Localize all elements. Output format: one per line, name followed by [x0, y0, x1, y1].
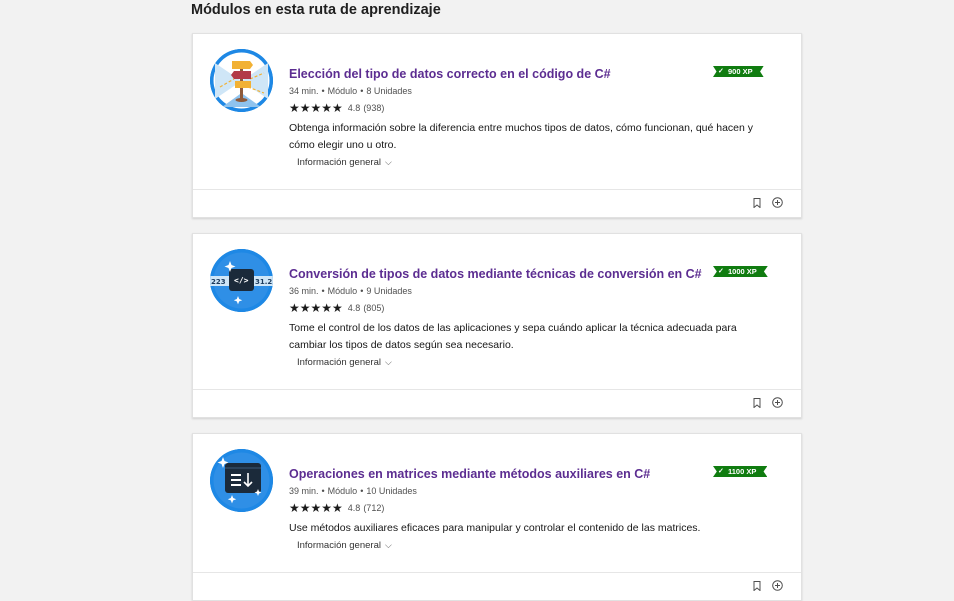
module-meta: 36 min. • Módulo • 9 Unidades	[289, 286, 412, 296]
module-title[interactable]: Operaciones en matrices mediante métodos…	[289, 467, 650, 481]
bookmark-icon[interactable]	[753, 581, 761, 591]
module-thumbnail-array-sort-icon	[210, 449, 273, 512]
chevron-down-icon: ⌵	[384, 357, 392, 367]
check-icon: ✓	[718, 68, 724, 75]
bookmark-icon[interactable]	[753, 198, 761, 208]
xp-value: 1100 XP	[728, 467, 757, 476]
module-units: 10 Unidades	[366, 486, 417, 496]
svg-text:</>: </>	[234, 276, 249, 285]
module-type: Módulo	[327, 286, 358, 296]
add-circle-icon[interactable]	[772, 197, 783, 208]
check-icon: ✓	[718, 468, 724, 475]
xp-value: 900 XP	[728, 67, 753, 76]
overview-toggle[interactable]: Información general ⌵	[297, 157, 392, 168]
module-description: Use métodos auxiliares eficaces para man…	[289, 522, 701, 534]
star-rating-icon: ★★★★★	[289, 101, 343, 115]
xp-value: 1000 XP	[728, 267, 757, 276]
section-title: Módulos en esta ruta de aprendizaje	[191, 2, 441, 18]
card-footer	[193, 572, 801, 600]
chevron-down-icon: ⌵	[384, 540, 392, 550]
chevron-down-icon: ⌵	[384, 157, 392, 167]
star-rating-icon: ★★★★★	[289, 501, 343, 515]
rating-value: 4.8	[347, 303, 361, 313]
module-rating: ★★★★★ 4.8 (805)	[289, 302, 384, 314]
module-card: Elección del tipo de datos correcto en e…	[192, 33, 802, 218]
overview-toggle[interactable]: Información general ⌵	[297, 540, 392, 551]
module-duration: 36 min.	[289, 286, 319, 296]
module-rating: ★★★★★ 4.8 (938)	[289, 102, 384, 114]
module-duration: 39 min.	[289, 486, 319, 496]
xp-badge: ✓ 900 XP	[713, 66, 764, 77]
overview-toggle[interactable]: Información general ⌵	[297, 357, 392, 368]
rating-value: 4.8	[347, 503, 361, 513]
add-circle-icon[interactable]	[772, 397, 783, 408]
module-units: 9 Unidades	[366, 286, 412, 296]
module-type: Módulo	[327, 86, 358, 96]
module-card: Operaciones en matrices mediante métodos…	[192, 433, 802, 601]
overview-label: Información general	[297, 357, 381, 368]
module-description: Obtenga información sobre la diferencia …	[289, 122, 754, 151]
rating-count: (712)	[363, 503, 385, 513]
module-thumbnail-code-icon: 223 31.2 </>	[210, 249, 273, 312]
bookmark-icon[interactable]	[753, 398, 761, 408]
check-icon: ✓	[718, 268, 724, 275]
icon-number-left: 223	[211, 278, 226, 286]
xp-badge: ✓ 1100 XP	[713, 466, 768, 477]
overview-label: Información general	[297, 157, 381, 168]
card-footer	[193, 189, 801, 217]
module-meta: 34 min. • Módulo • 8 Unidades	[289, 86, 412, 96]
module-title[interactable]: Elección del tipo de datos correcto en e…	[289, 67, 611, 81]
rating-count: (805)	[363, 303, 385, 313]
add-circle-icon[interactable]	[772, 580, 783, 591]
rating-count: (938)	[363, 103, 385, 113]
module-type: Módulo	[327, 486, 358, 496]
module-title[interactable]: Conversión de tipos de datos mediante té…	[289, 267, 702, 281]
icon-number-right: 31.2	[255, 278, 272, 286]
module-thumbnail-signpost-icon	[210, 49, 273, 112]
module-rating: ★★★★★ 4.8 (712)	[289, 502, 384, 514]
module-duration: 34 min.	[289, 86, 319, 96]
module-description: Tome el control de los datos de las apli…	[289, 322, 737, 351]
rating-value: 4.8	[347, 103, 361, 113]
module-card: 223 31.2 </> Conversión de tipos de dato…	[192, 233, 802, 418]
star-rating-icon: ★★★★★	[289, 301, 343, 315]
module-meta: 39 min. • Módulo • 10 Unidades	[289, 486, 417, 496]
overview-label: Información general	[297, 540, 381, 551]
module-units: 8 Unidades	[366, 86, 412, 96]
card-footer	[193, 389, 801, 417]
xp-badge: ✓ 1000 XP	[713, 266, 768, 277]
